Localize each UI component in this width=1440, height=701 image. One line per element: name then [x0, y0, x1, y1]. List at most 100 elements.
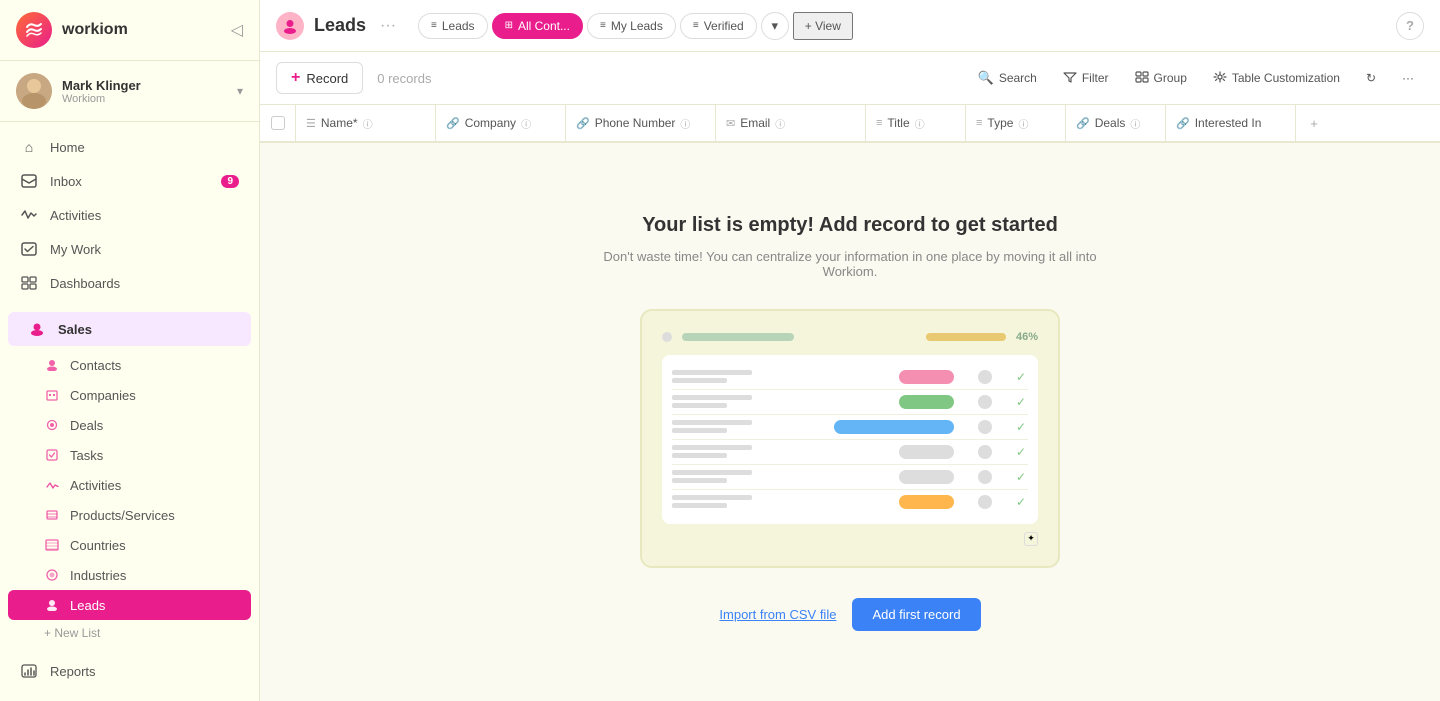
tab-verified-icon: ≡ — [693, 20, 699, 31]
app-logo — [16, 12, 52, 48]
add-record-button[interactable]: + Record — [276, 62, 363, 94]
sidebar-item-companies[interactable]: Companies — [0, 380, 259, 410]
sidebar-subitem-label: Deals — [70, 418, 103, 433]
page-title: Leads — [314, 15, 366, 36]
search-button[interactable]: 🔍 Search — [968, 65, 1047, 91]
col-header-title[interactable]: ≡ Title ⓘ — [866, 105, 966, 141]
more-actions-button[interactable]: ··· — [1392, 66, 1424, 90]
refresh-button[interactable]: ↻ — [1356, 66, 1386, 90]
new-list-button[interactable]: + New List — [0, 620, 259, 646]
tab-leads[interactable]: ≡ Leads — [418, 13, 488, 39]
sidebar-item-contacts[interactable]: Contacts — [0, 350, 259, 380]
sidebar-item-deals[interactable]: Deals — [0, 410, 259, 440]
sidebar-item-tasks[interactable]: Tasks — [0, 440, 259, 470]
col-type-label: Type — [987, 116, 1013, 130]
sidebar-item-activities-sub[interactable]: Activities — [0, 470, 259, 500]
sidebar-subitem-label: Leads — [70, 598, 105, 613]
table-header-checkbox[interactable] — [260, 105, 296, 141]
tab-verified[interactable]: ≡ Verified — [680, 13, 757, 39]
customize-icon — [1213, 71, 1227, 86]
sidebar-subitem-label: Tasks — [70, 448, 103, 463]
sidebar-item-products[interactable]: Products/Services — [0, 500, 259, 530]
col-interested-label: Interested In — [1195, 116, 1262, 130]
tab-verified-label: Verified — [704, 19, 744, 33]
companies-icon — [44, 387, 60, 403]
col-email-info-icon[interactable]: ⓘ — [775, 116, 785, 131]
col-phone-info-icon[interactable]: ⓘ — [680, 116, 690, 131]
col-title-info-icon[interactable]: ⓘ — [915, 116, 925, 131]
col-company-info-icon[interactable]: ⓘ — [521, 116, 531, 131]
filter-button[interactable]: Filter — [1053, 66, 1119, 91]
sidebar-item-inbox[interactable]: Inbox 9 — [0, 164, 259, 198]
help-button[interactable]: ? — [1396, 12, 1424, 40]
col-header-email[interactable]: ✉ Email ⓘ — [716, 105, 866, 141]
col-type-icon: ≡ — [976, 117, 982, 129]
sidebar-item-home[interactable]: ⌂ Home — [0, 130, 259, 164]
tab-all-cont[interactable]: ⊞ All Cont... — [492, 13, 583, 39]
empty-title: Your list is empty! Add record to get st… — [642, 214, 1058, 237]
user-name: Mark Klinger — [62, 78, 227, 93]
col-name-info-icon[interactable]: ⓘ — [363, 116, 373, 131]
sidebar-item-industries[interactable]: Industries — [0, 560, 259, 590]
sidebar-item-activities[interactable]: Activities — [0, 198, 259, 232]
sidebar-item-label: Inbox — [50, 174, 82, 189]
dashboards-icon — [20, 274, 38, 292]
add-view-button[interactable]: + View — [793, 12, 853, 40]
col-deals-info-icon[interactable]: ⓘ — [1130, 116, 1140, 131]
customize-label: Table Customization — [1232, 71, 1340, 85]
col-title-label: Title — [887, 116, 909, 130]
home-icon: ⌂ — [20, 138, 38, 156]
tab-all-cont-label: All Cont... — [518, 19, 570, 33]
filter-icon — [1063, 71, 1077, 86]
refresh-icon: ↻ — [1366, 71, 1376, 85]
col-header-interested[interactable]: 🔗 Interested In — [1166, 105, 1296, 141]
col-company-icon: 🔗 — [446, 117, 460, 130]
sidebar-item-reports[interactable]: Reports — [0, 654, 259, 688]
sales-section: Sales Contacts Companies — [0, 308, 259, 650]
import-csv-link[interactable]: Import from CSV file — [719, 607, 836, 622]
sidebar-item-leads[interactable]: Leads — [8, 590, 251, 620]
select-all-checkbox[interactable] — [271, 116, 285, 130]
col-type-info-icon[interactable]: ⓘ — [1018, 116, 1028, 131]
col-header-company[interactable]: 🔗 Company ⓘ — [436, 105, 566, 141]
user-section[interactable]: Mark Klinger Workiom ▾ — [0, 61, 259, 122]
empty-description: Don't waste time! You can centralize you… — [600, 249, 1100, 279]
sidebar-item-label: Home — [50, 140, 85, 155]
sidebar-item-sales[interactable]: Sales — [8, 312, 251, 346]
activities-icon — [20, 206, 38, 224]
group-button[interactable]: Group — [1125, 66, 1197, 91]
col-header-type[interactable]: ≡ Type ⓘ — [966, 105, 1066, 141]
customize-button[interactable]: Table Customization — [1203, 66, 1350, 91]
col-header-phone[interactable]: 🔗 Phone Number ⓘ — [566, 105, 716, 141]
empty-actions: Import from CSV file Add first record — [719, 598, 980, 631]
sidebar-item-dashboards[interactable]: Dashboards — [0, 266, 259, 300]
table-header: ☰ Name* ⓘ 🔗 Company ⓘ 🔗 Phone Number ⓘ ✉… — [260, 105, 1440, 143]
tab-all-cont-icon: ⊞ — [505, 20, 513, 31]
tab-dropdown-icon[interactable]: ▾ — [761, 12, 789, 40]
top-bar: Leads ··· ≡ Leads ⊞ All Cont... ≡ My Lea… — [260, 0, 1440, 52]
search-icon: 🔍 — [978, 70, 994, 86]
col-header-deals[interactable]: 🔗 Deals ⓘ — [1066, 105, 1166, 141]
sidebar-header: workiom ◁ — [0, 0, 259, 61]
sales-icon — [28, 320, 46, 338]
tab-my-leads[interactable]: ≡ My Leads — [587, 13, 676, 39]
sidebar-subitem-label: Companies — [70, 388, 136, 403]
add-column-button[interactable]: + — [1296, 116, 1332, 131]
sidebar-subitem-label: Activities — [70, 478, 121, 493]
contacts-icon — [44, 357, 60, 373]
sidebar-item-my-work[interactable]: My Work — [0, 232, 259, 266]
top-bar-actions: ? — [1396, 12, 1424, 40]
add-first-record-button[interactable]: Add first record — [852, 598, 980, 631]
sidebar-item-countries[interactable]: Countries — [0, 530, 259, 560]
sidebar-collapse-icon[interactable]: ◁ — [231, 20, 243, 40]
tab-my-leads-icon: ≡ — [600, 20, 606, 31]
tab-bar: ≡ Leads ⊞ All Cont... ≡ My Leads ≡ Verif… — [418, 12, 1386, 40]
sidebar-subitem-label: Countries — [70, 538, 126, 553]
search-label: Search — [999, 71, 1037, 85]
col-header-name[interactable]: ☰ Name* ⓘ — [296, 105, 436, 141]
col-phone-label: Phone Number — [595, 116, 676, 130]
illus-percent: 46% — [1016, 331, 1038, 343]
page-more-icon[interactable]: ··· — [376, 13, 400, 39]
countries-icon — [44, 537, 60, 553]
tab-leads-label: Leads — [442, 19, 475, 33]
